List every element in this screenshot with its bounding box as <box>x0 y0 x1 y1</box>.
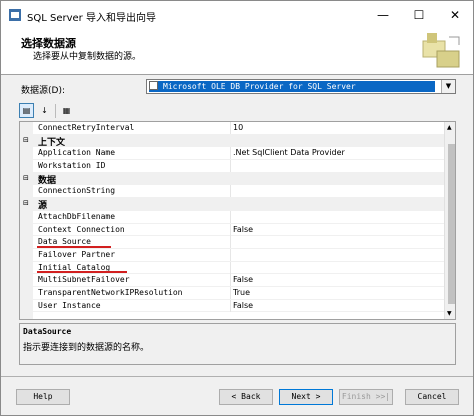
back-button[interactable]: < Back <box>219 389 273 405</box>
column-divider[interactable] <box>230 299 231 312</box>
property-rows: ConnectRetryInterval 10 ⊟ 上下文 Application Na… <box>20 122 444 313</box>
property-row[interactable]: Workstation ID <box>20 160 444 173</box>
chevron-down-icon[interactable]: ▼ <box>441 80 455 93</box>
property-name: Application Name <box>38 148 116 158</box>
column-divider[interactable] <box>230 210 231 223</box>
collapse-toggle-icon[interactable]: ⊟ <box>23 174 29 182</box>
property-category-row[interactable]: ⊟ 数据 <box>20 172 444 186</box>
property-description-panel: DataSource 指示要连接到的数据源的名称。 <box>19 323 456 365</box>
window-title: SQL Server 导入和导出向导 <box>27 13 156 24</box>
property-pages-button[interactable]: ▦ <box>59 103 74 118</box>
column-divider[interactable] <box>230 160 231 173</box>
property-name: Data Source <box>38 237 91 247</box>
column-divider[interactable] <box>230 248 231 261</box>
property-name: User Instance <box>38 300 101 310</box>
finish-button[interactable]: Finish >>| <box>339 389 393 405</box>
collapse-toggle-icon[interactable]: ⊟ <box>23 199 29 207</box>
category-name: 上下文 <box>38 137 66 148</box>
page-subtitle: 选择要从中复制数据的源。 <box>33 52 142 62</box>
data-transfer-graphic <box>422 33 460 68</box>
provider-icon <box>149 81 158 90</box>
property-value[interactable]: False <box>233 225 253 234</box>
category-name: 数据 <box>38 175 57 186</box>
property-name: Workstation ID <box>38 161 106 171</box>
property-row[interactable]: Context Connection False <box>20 223 444 237</box>
categorized-view-button[interactable]: ▤ <box>19 103 34 118</box>
next-button[interactable]: Next > <box>279 389 333 405</box>
property-name: Failover Partner <box>38 249 116 259</box>
property-grid-toolbar: ▤ ↓ ▦ <box>19 102 99 120</box>
datasource-dropdown[interactable]: Microsoft OLE DB Provider for SQL Server… <box>146 79 456 94</box>
property-row[interactable]: Application Name .Net SqlClient Data Prov… <box>20 147 444 161</box>
description-text: 指示要连接到的数据源的名称。 <box>23 343 150 353</box>
toolbar-divider <box>55 104 56 118</box>
property-name: MultiSubnetFailover <box>38 275 130 285</box>
property-value[interactable]: False <box>233 301 253 310</box>
wizard-window: SQL Server 导入和导出向导 — ☐ ✕ 选择数据源 选择要从中复制数据… <box>0 0 474 416</box>
property-row[interactable]: Failover Partner <box>20 248 444 262</box>
datasource-selected-value[interactable]: Microsoft OLE DB Provider for SQL Server <box>149 81 435 92</box>
footer-divider <box>1 376 473 377</box>
cancel-button[interactable]: Cancel <box>405 389 459 405</box>
property-row[interactable]: ConnectionString <box>20 185 444 199</box>
column-divider[interactable] <box>230 147 231 160</box>
annotation-underline-data-source <box>37 246 111 248</box>
column-divider[interactable] <box>230 122 231 134</box>
property-row[interactable]: ConnectRetryInterval 10 <box>20 122 444 135</box>
wizard-header: 选择数据源 选择要从中复制数据的源。 <box>1 29 473 75</box>
maximize-button[interactable]: ☐ <box>401 1 437 29</box>
property-name: Context Connection <box>38 224 125 234</box>
close-button[interactable]: ✕ <box>437 1 473 29</box>
collapse-toggle-icon[interactable]: ⊟ <box>23 136 29 144</box>
property-value[interactable]: False <box>233 275 253 284</box>
annotation-underline-initial-catalog <box>37 271 127 273</box>
scroll-down-icon[interactable]: ▼ <box>447 310 452 317</box>
datasource-text: Microsoft OLE DB Provider for SQL Server <box>163 82 356 91</box>
help-button[interactable]: Help <box>16 389 70 405</box>
datasource-label: 数据源(D): <box>21 86 65 96</box>
alphabetical-sort-button[interactable]: ↓ <box>37 103 52 118</box>
column-divider[interactable] <box>230 261 231 274</box>
column-divider[interactable] <box>230 274 231 287</box>
property-name: TransparentNetworkIPResolution <box>38 287 183 297</box>
scroll-up-icon[interactable]: ▲ <box>447 124 452 131</box>
column-divider[interactable] <box>230 286 231 299</box>
column-divider[interactable] <box>230 236 231 249</box>
property-value[interactable]: .Net SqlClient Data Provider <box>233 148 345 157</box>
property-name: ConnectionString <box>38 186 116 196</box>
property-row[interactable]: User Instance False <box>20 299 444 313</box>
description-title: DataSource <box>23 327 72 336</box>
property-row[interactable]: MultiSubnetFailover False <box>20 274 444 287</box>
sql-server-app-icon <box>9 9 21 21</box>
column-divider[interactable] <box>230 223 231 236</box>
column-divider[interactable] <box>230 185 231 198</box>
category-name: 源 <box>38 201 48 212</box>
vertical-scrollbar[interactable]: ▲ ▼ <box>444 122 455 319</box>
property-name: ConnectRetryInterval <box>38 123 135 132</box>
property-name: AttachDbFilename <box>38 211 116 221</box>
property-value[interactable]: 10 <box>233 123 243 132</box>
property-category-row[interactable]: ⊟ 源 <box>20 198 444 211</box>
title-bar[interactable]: SQL Server 导入和导出向导 — ☐ ✕ <box>1 1 473 29</box>
property-row[interactable]: AttachDbFilename <box>20 210 444 224</box>
property-grid[interactable]: ConnectRetryInterval 10 ⊟ 上下文 Application Na… <box>19 121 456 320</box>
property-category-row[interactable]: ⊟ 上下文 <box>20 134 444 148</box>
minimize-button[interactable]: — <box>365 1 401 29</box>
property-row[interactable]: TransparentNetworkIPResolution True <box>20 286 444 300</box>
scrollbar-thumb[interactable] <box>448 144 455 304</box>
property-value[interactable]: True <box>233 288 250 297</box>
